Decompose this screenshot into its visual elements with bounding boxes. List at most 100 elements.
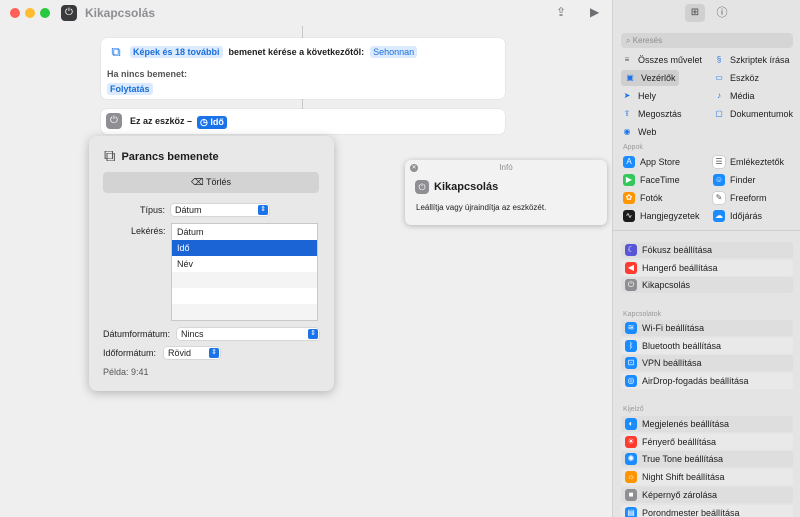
wifi-icon: ≋: [625, 322, 637, 334]
title-bar: ⏻ Kikapcsolás ⇪ ▶: [0, 0, 612, 26]
shortcut-app-icon[interactable]: ⏻: [61, 5, 77, 21]
app-weather[interactable]: ☁ Időjárás: [713, 208, 762, 224]
app-finder-label: Finder: [730, 175, 756, 185]
editor-canvas: ⏻ Kikapcsolás ⇪ ▶ ⧉ Képek és 18 további …: [0, 0, 612, 517]
web-icon: ◉: [623, 127, 631, 136]
shutdown-action-card[interactable]: ⏻ Ez az eszköz – ◷ Idő: [101, 109, 505, 134]
app-finder[interactable]: ☺ Finder: [713, 172, 756, 188]
device-icon: ▭: [715, 73, 723, 82]
time-variable-chip[interactable]: ◷ Idő: [197, 116, 227, 129]
input-types-chip[interactable]: Képek és 18 további: [130, 46, 223, 58]
action-power[interactable]: ⏻ Kikapcsolás: [621, 277, 793, 294]
connections-section-title: Kapcsolatok: [623, 311, 662, 318]
date-format-select[interactable]: Nincs ⇕: [177, 328, 319, 340]
run-icon[interactable]: ▶: [590, 5, 599, 19]
library-icon[interactable]: ⊞: [685, 4, 705, 22]
photos-icon: ✿: [623, 192, 635, 204]
category-controls[interactable]: ▣ Vezérlők: [621, 70, 679, 86]
category-web[interactable]: ◉ Web: [621, 124, 657, 140]
share-icon[interactable]: ⇪: [556, 5, 566, 19]
shutdown-action-text: Ez az eszköz –: [130, 116, 193, 126]
document-icon: ▢: [715, 109, 723, 118]
receive-input-action-card[interactable]: ⧉ Képek és 18 további bemenet kérése a k…: [101, 38, 505, 99]
action-wifi-label: Wi-Fi beállítása: [642, 323, 705, 333]
action-brightness[interactable]: ☀ Fényerő beállítása: [621, 433, 793, 450]
power-icon: ⏻: [625, 279, 637, 292]
time-format-label: Időformátum:: [103, 348, 157, 358]
action-true-tone[interactable]: ✺ True Tone beállítása: [621, 451, 793, 468]
app-voice-memos[interactable]: ∿ Hangjegyzetek: [623, 208, 700, 224]
list-item[interactable]: Név: [172, 256, 317, 272]
app-app-store-label: App Store: [640, 157, 681, 167]
action-lock-screen-label: Képernyő zárolása: [642, 489, 718, 500]
category-device-label: Eszköz: [730, 73, 760, 83]
action-volume[interactable]: ◀ Hangerő beállítása: [621, 259, 793, 276]
app-facetime-label: FaceTime: [640, 175, 680, 185]
source-chip[interactable]: Sehonnan: [370, 46, 418, 58]
category-scripting[interactable]: § Szkriptek írása: [713, 52, 790, 68]
reminders-icon: ☰: [713, 156, 725, 168]
action-stage-manager[interactable]: ▤ Porondmester beállítása: [621, 504, 793, 517]
app-photos-label: Fotók: [640, 193, 663, 203]
search-input[interactable]: ⌕ Keresés: [621, 33, 793, 48]
type-select[interactable]: Dátum ⇕: [171, 204, 269, 216]
action-lock-screen[interactable]: ■ Képernyő zárolása: [621, 486, 793, 503]
action-stage-manager-label: Porondmester beállítása: [642, 507, 740, 517]
category-device[interactable]: ▭ Eszköz: [713, 70, 759, 86]
connector-line: [302, 99, 303, 109]
apps-section-title: Appok: [623, 144, 643, 151]
appearance-icon: ◐: [625, 418, 637, 430]
receive-input-text: bemenet kérése a következőtől:: [228, 47, 365, 57]
app-freeform-label: Freeform: [730, 193, 767, 203]
app-freeform[interactable]: ✎ Freeform: [713, 190, 767, 206]
continue-chip[interactable]: Folytatás: [107, 83, 153, 95]
music-icon: ♪: [717, 91, 721, 100]
chevron-updown-icon: ⇕: [258, 205, 268, 215]
close-window-button[interactable]: [10, 8, 20, 18]
app-app-store[interactable]: A App Store: [623, 154, 680, 170]
category-document[interactable]: ▢ Dokumentumok: [713, 106, 793, 122]
list-item-selected[interactable]: Idő: [172, 240, 317, 256]
zoom-window-button[interactable]: [40, 8, 50, 18]
info-header: Infó: [499, 163, 513, 172]
action-focus-label: Fókusz beállítása: [642, 245, 713, 255]
minimize-window-button[interactable]: [25, 8, 35, 18]
action-bluetooth[interactable]: ᛒ Bluetooth beállítása: [621, 337, 793, 354]
action-night-shift-label: Night Shift beállítása: [642, 472, 725, 483]
popover-title: Parancs bemenete: [121, 151, 219, 163]
action-appearance[interactable]: ◐ Megjelenés beállítása: [621, 416, 793, 432]
action-airdrop-label: AirDrop-fogadás beállítása: [642, 376, 749, 387]
time-format-select[interactable]: Rövid ⇕: [164, 347, 220, 359]
app-voice-memos-label: Hangjegyzetek: [640, 211, 700, 221]
action-brightness-label: Fényerő beállítása: [642, 436, 717, 447]
category-music-label: Média: [730, 91, 755, 101]
volume-icon: ◀: [625, 261, 637, 274]
category-location-label: Hely: [638, 91, 657, 101]
finder-icon: ☺: [713, 174, 725, 186]
info-icon[interactable]: ⓘ: [713, 4, 731, 22]
divider: [613, 230, 800, 231]
request-listbox[interactable]: Dátum Idő Név: [171, 223, 318, 321]
category-list[interactable]: ≡ Összes művelet: [621, 52, 702, 68]
action-focus[interactable]: ☾ Fókusz beállítása: [621, 242, 793, 258]
app-reminders[interactable]: ☰ Emlékeztetők: [713, 154, 784, 170]
app-photos[interactable]: ✿ Fotók: [623, 190, 663, 206]
category-document-label: Dokumentumok: [730, 109, 794, 119]
clear-button[interactable]: ⌫ Törlés: [103, 172, 319, 193]
action-airdrop[interactable]: ◎ AirDrop-fogadás beállítása: [621, 373, 793, 390]
list-item[interactable]: Dátum: [172, 224, 317, 240]
category-share[interactable]: ⇪ Megosztás: [621, 106, 682, 122]
category-location[interactable]: ➤ Hely: [621, 88, 656, 104]
category-music[interactable]: ♪ Média: [713, 88, 755, 104]
action-appearance-label: Megjelenés beállítása: [642, 419, 730, 429]
action-vpn[interactable]: ⊡ VPN beállítása: [621, 355, 793, 372]
share-icon: ⇪: [623, 109, 631, 118]
app-store-icon: A: [623, 156, 635, 168]
action-night-shift[interactable]: ☼ Night Shift beállítása: [621, 469, 793, 486]
action-wifi[interactable]: ≋ Wi-Fi beállítása: [621, 320, 793, 336]
app-reminders-label: Emlékeztetők: [730, 157, 785, 167]
location-icon: ➤: [623, 91, 631, 100]
action-power-label: Kikapcsolás: [642, 280, 691, 291]
app-facetime[interactable]: ▶ FaceTime: [623, 172, 680, 188]
info-description: Leállítja vagy újraindítja az eszközét.: [416, 203, 547, 212]
